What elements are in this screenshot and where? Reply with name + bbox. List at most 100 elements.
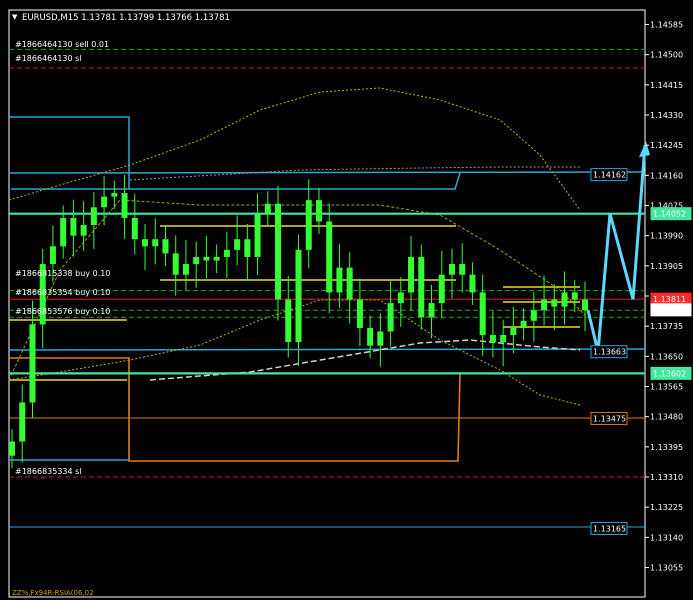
- candle-body: [418, 256, 425, 318]
- candles-layer: [9, 174, 588, 469]
- candle-body: [551, 299, 558, 307]
- candle-body: [561, 292, 568, 307]
- y-tick-label: 1.14245: [650, 141, 683, 150]
- candle-body: [121, 193, 128, 218]
- price-tag-label: 1.14162: [593, 171, 626, 180]
- candle-body: [131, 217, 138, 240]
- candle-body: [49, 246, 56, 265]
- candle-body: [489, 335, 496, 343]
- order-label-buy-3: #1866853576 buy 0.10: [15, 307, 110, 316]
- y-tick-label: 1.13565: [650, 383, 683, 392]
- y-tick-label: 1.13055: [650, 564, 683, 573]
- y-tick-label: 1.14500: [650, 51, 683, 60]
- candle-body: [90, 207, 97, 226]
- candle-body: [448, 264, 455, 275]
- candle-body: [459, 264, 466, 275]
- candle-body: [428, 303, 435, 318]
- chart-canvas[interactable]: 1.14585 1.14500 1.14415 1.14330 1.14245 1.141…: [0, 0, 693, 600]
- zone-blue-lower: [8, 348, 646, 351]
- order-label-sell: #1866464130 sell 0.01: [15, 40, 109, 49]
- price-tag-label: 1.13811: [653, 295, 686, 304]
- chart-window[interactable]: 1.14585 1.14500 1.14415 1.14330 1.14245 1.141…: [0, 0, 693, 600]
- candle-body: [101, 196, 108, 208]
- y-tick-label: 1.14160: [650, 171, 683, 180]
- candle-body: [152, 239, 159, 247]
- y-tick-label: 1.13990: [650, 232, 683, 241]
- candle-body: [336, 267, 343, 293]
- y-tick-label: 1.13310: [650, 473, 683, 482]
- price-tag-label: 1.13781: [653, 306, 686, 315]
- candle-body: [172, 253, 179, 275]
- price-tag-label: 1.13475: [593, 414, 626, 423]
- candle-body: [295, 249, 302, 343]
- candle-body: [510, 327, 517, 336]
- candle-body: [438, 274, 445, 304]
- y-tick-label: 1.13395: [650, 443, 683, 452]
- candle-body: [285, 299, 292, 343]
- candle-body: [213, 256, 220, 261]
- candle-body: [223, 249, 230, 257]
- candle-body: [193, 256, 200, 265]
- candle-body: [264, 203, 271, 215]
- dropdown-arrow-icon[interactable]: ▼: [12, 13, 18, 21]
- candle-body: [244, 239, 251, 257]
- candle-body: [29, 324, 36, 403]
- candle-body: [541, 299, 548, 311]
- y-tick-label: 1.13650: [650, 352, 683, 361]
- y-tick-label: 1.13480: [650, 413, 683, 422]
- y-tick-label: 1.13225: [650, 503, 683, 512]
- order-label-buy-1: #1866815338 buy 0.10: [15, 269, 110, 278]
- y-tick-label: 1.14330: [650, 111, 683, 120]
- y-tick-label: 1.13140: [650, 533, 683, 542]
- zone-blue-upper: [9, 116, 130, 190]
- price-tag-label: 1.13165: [593, 524, 626, 533]
- candle-body: [9, 441, 15, 456]
- candle-body: [571, 292, 578, 300]
- candle-body: [387, 303, 394, 332]
- candle-body: [469, 274, 476, 293]
- price-tag-label: 1.13663: [593, 348, 626, 357]
- candle-body: [142, 239, 149, 247]
- candle-body: [397, 292, 404, 304]
- candle-body: [80, 225, 87, 236]
- candle-body: [500, 335, 507, 343]
- price-tag-label: 1.13602: [653, 369, 686, 378]
- candle-body: [305, 200, 312, 250]
- candle-body: [315, 200, 322, 222]
- indicator-footer: ZZ%,Fx94R-RSIA(06,02: [12, 589, 94, 597]
- candle-body: [367, 327, 374, 346]
- y-tick-label: 1.14415: [650, 81, 683, 90]
- candle-body: [408, 256, 415, 293]
- candle-body: [254, 214, 261, 257]
- order-label-sell-sl: #1866464130 sl: [15, 54, 82, 63]
- candle-body: [234, 239, 241, 250]
- candle-body: [346, 267, 353, 300]
- candle-body: [530, 310, 537, 321]
- candle-body: [326, 221, 333, 293]
- upper-band: [8, 87, 581, 211]
- candle-body: [70, 217, 77, 236]
- candle-body: [203, 256, 210, 261]
- candle-body: [479, 292, 486, 336]
- order-label-buy-2: #1866835354 buy 0.10: [15, 288, 110, 297]
- mid-band: [129, 166, 580, 181]
- candle-body: [182, 264, 189, 275]
- candle-body: [19, 402, 26, 442]
- candle-body: [582, 299, 588, 311]
- candle-body: [162, 239, 169, 254]
- y-tick-label: 1.14585: [650, 21, 683, 30]
- zone-blue-box: [129, 172, 461, 190]
- y-tick-label: 1.13905: [650, 262, 683, 271]
- zone-blue-line: [8, 171, 646, 174]
- plot-frame: [8, 9, 646, 598]
- chart-title: EURUSD,M15 1.13781 1.13799 1.13766 1.137…: [22, 13, 230, 23]
- candle-body: [111, 193, 118, 197]
- price-tag-label: 1.14052: [653, 210, 686, 219]
- order-label-buy-sl: #1866835334 sl: [15, 467, 82, 476]
- y-tick-label: 1.13735: [650, 322, 683, 331]
- candle-body: [60, 217, 67, 247]
- candle-body: [275, 203, 282, 300]
- candle-body: [377, 331, 384, 346]
- candle-body: [520, 320, 527, 328]
- candle-body: [356, 299, 363, 328]
